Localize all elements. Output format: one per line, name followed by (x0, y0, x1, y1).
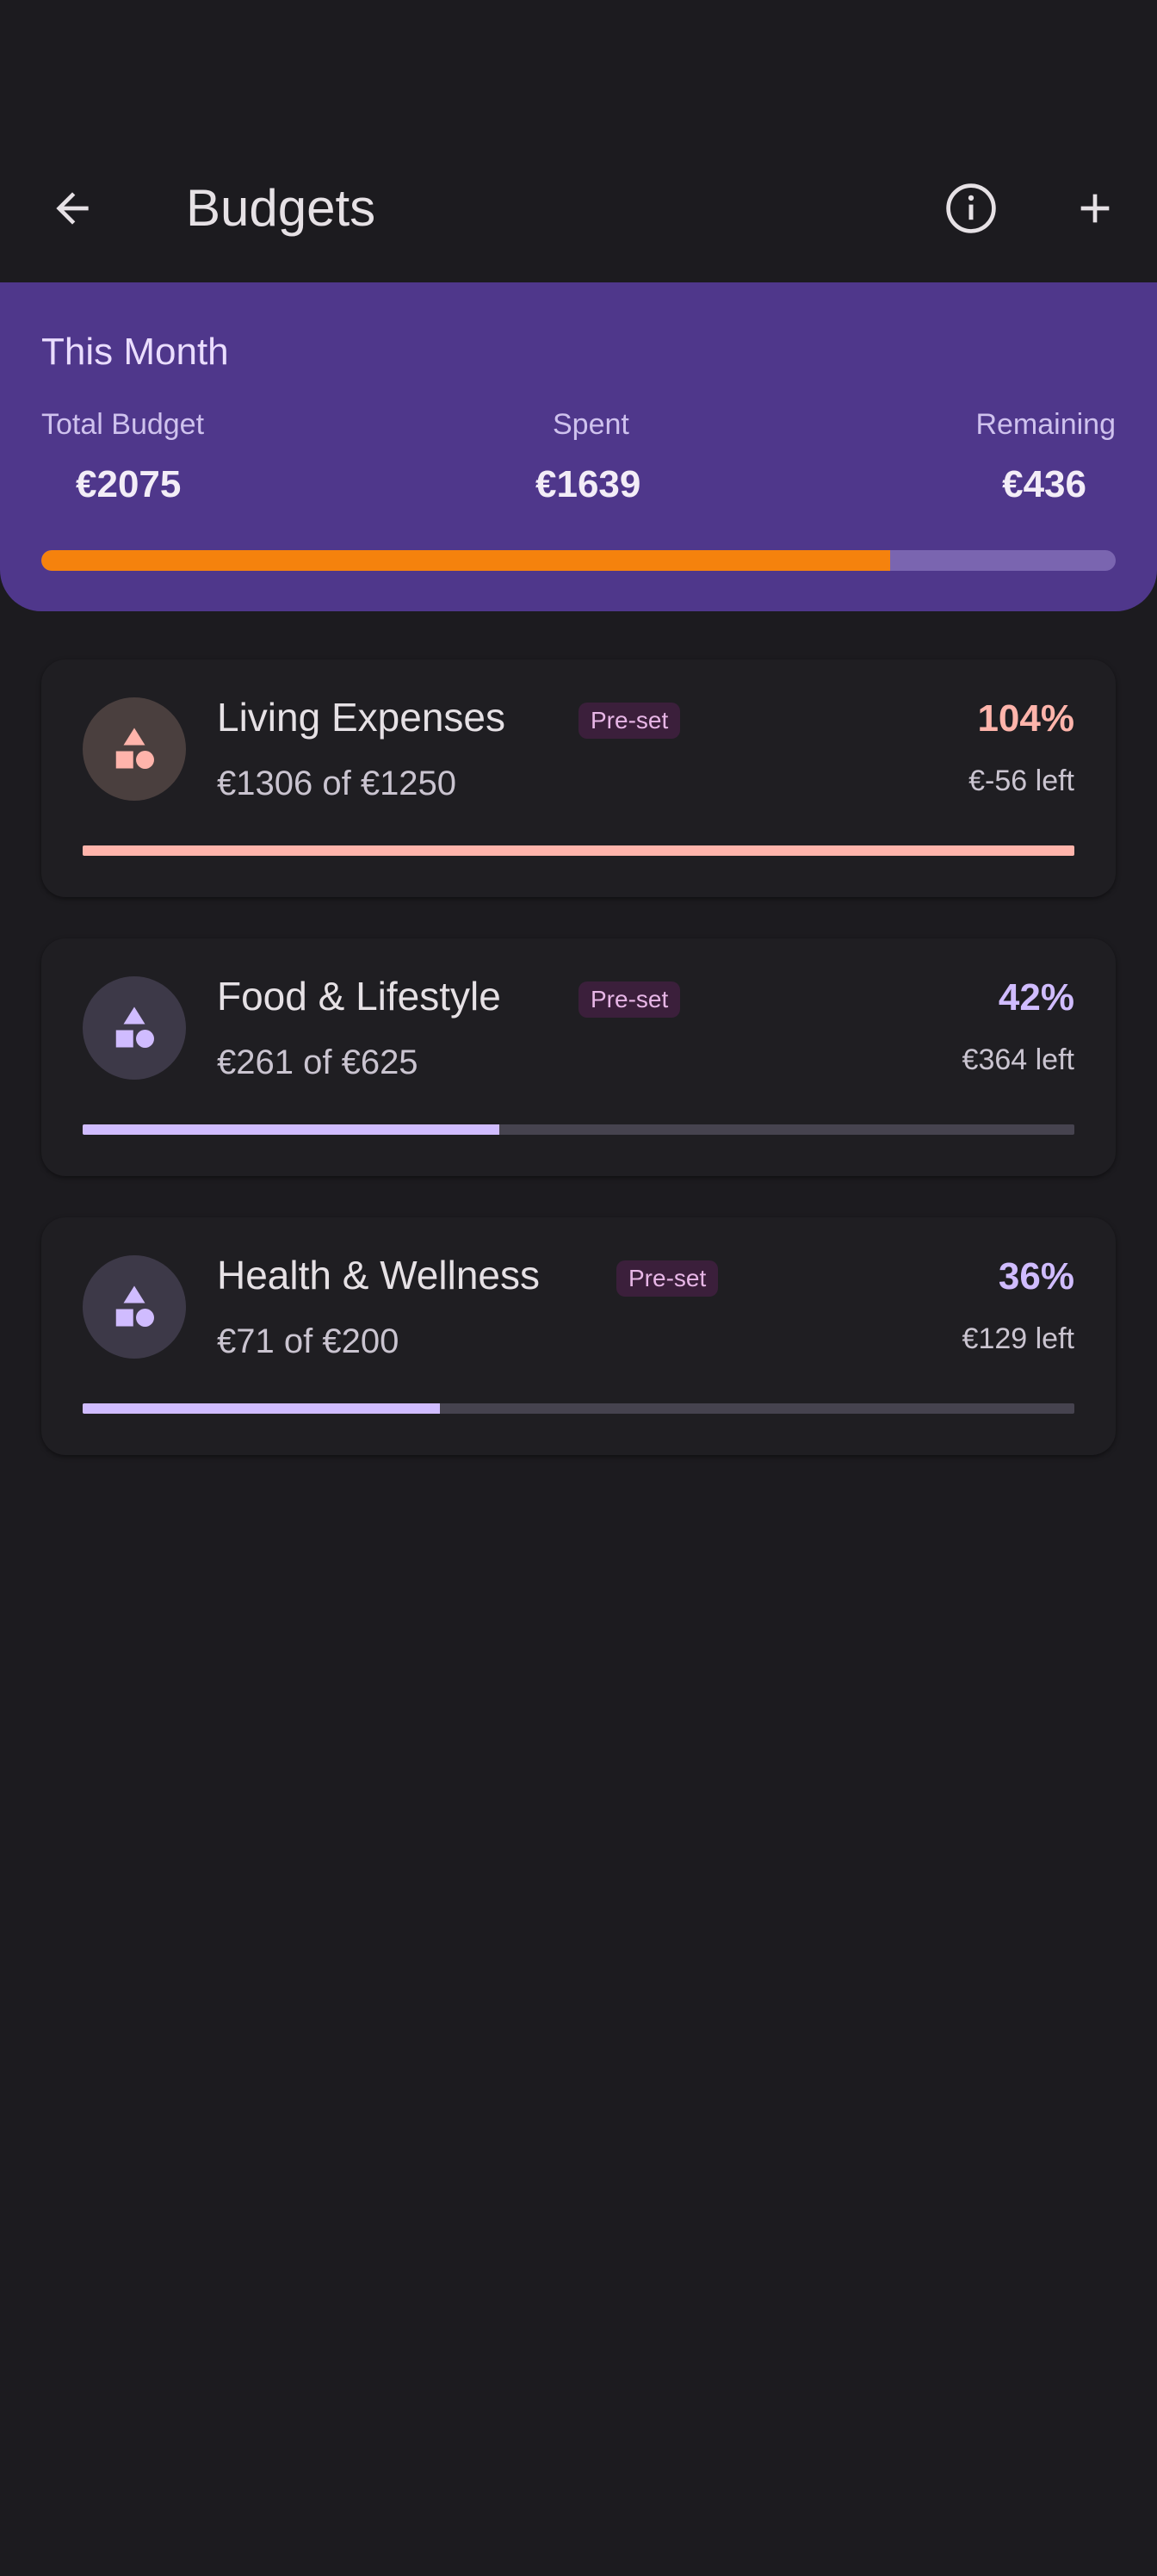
info-icon (946, 183, 996, 233)
category-icon-container (83, 1255, 186, 1359)
remaining-value: €436 (1002, 463, 1086, 505)
budget-amount: €1306 of €1250 (217, 765, 457, 802)
category-icon-container (83, 976, 186, 1080)
budget-card-1[interactable]: Living Expenses Pre-set €1306 of €1250 1… (41, 659, 1116, 897)
total-budget-label: Total Budget (41, 408, 205, 441)
arrow-back-icon (56, 192, 89, 225)
budget-progress-fill (83, 1403, 440, 1414)
budget-name: Food & Lifestyle (217, 974, 501, 1019)
back-button[interactable] (31, 167, 114, 250)
budget-progress-bar (83, 1403, 1074, 1414)
budget-progress-fill (83, 1124, 499, 1135)
preset-badge: Pre-set (578, 981, 681, 1018)
budget-progress-bar (83, 1124, 1074, 1135)
info-button[interactable] (930, 167, 1012, 250)
preset-badge: Pre-set (616, 1260, 719, 1297)
budget-amount: €71 of €200 (217, 1322, 399, 1360)
summary-title: This Month (41, 331, 229, 373)
category-shapes-icon (115, 728, 154, 769)
spent-value: €1639 (535, 463, 641, 505)
monthly-summary-card: This Month Total Budget €2075 Spent €163… (0, 282, 1157, 611)
category-icon-container (83, 697, 186, 801)
remaining-label: Remaining (975, 408, 1116, 441)
budget-remaining: €364 left (962, 1043, 1074, 1076)
page-title: Budgets (186, 179, 376, 237)
budget-percent: 42% (998, 976, 1074, 1019)
plus-icon (1080, 194, 1110, 223)
budget-remaining: €129 left (962, 1322, 1074, 1355)
budget-name: Health & Wellness (217, 1253, 540, 1297)
preset-badge: Pre-set (578, 703, 681, 739)
budget-remaining: €-56 left (968, 765, 1074, 797)
budget-progress-bar (83, 845, 1074, 856)
summary-progress-fill (41, 550, 890, 571)
budget-percent: 36% (998, 1255, 1074, 1297)
summary-progress-bar (41, 550, 1116, 571)
category-shapes-icon (115, 1285, 154, 1327)
add-budget-button[interactable] (1054, 167, 1136, 250)
total-budget-value: €2075 (76, 463, 182, 505)
budget-card-2[interactable]: Food & Lifestyle Pre-set €261 of €625 42… (41, 938, 1116, 1176)
category-shapes-icon (115, 1006, 154, 1048)
budget-name: Living Expenses (217, 695, 505, 740)
budgets-screen: Budgets This Month Total Budget €2075 Sp… (0, 0, 1157, 2576)
spent-label: Spent (553, 408, 629, 441)
budget-card-3[interactable]: Health & Wellness Pre-set €71 of €200 36… (41, 1217, 1116, 1455)
budget-amount: €261 of €625 (217, 1043, 418, 1081)
budget-percent: 104% (977, 697, 1074, 740)
budget-progress-fill (83, 845, 1074, 856)
